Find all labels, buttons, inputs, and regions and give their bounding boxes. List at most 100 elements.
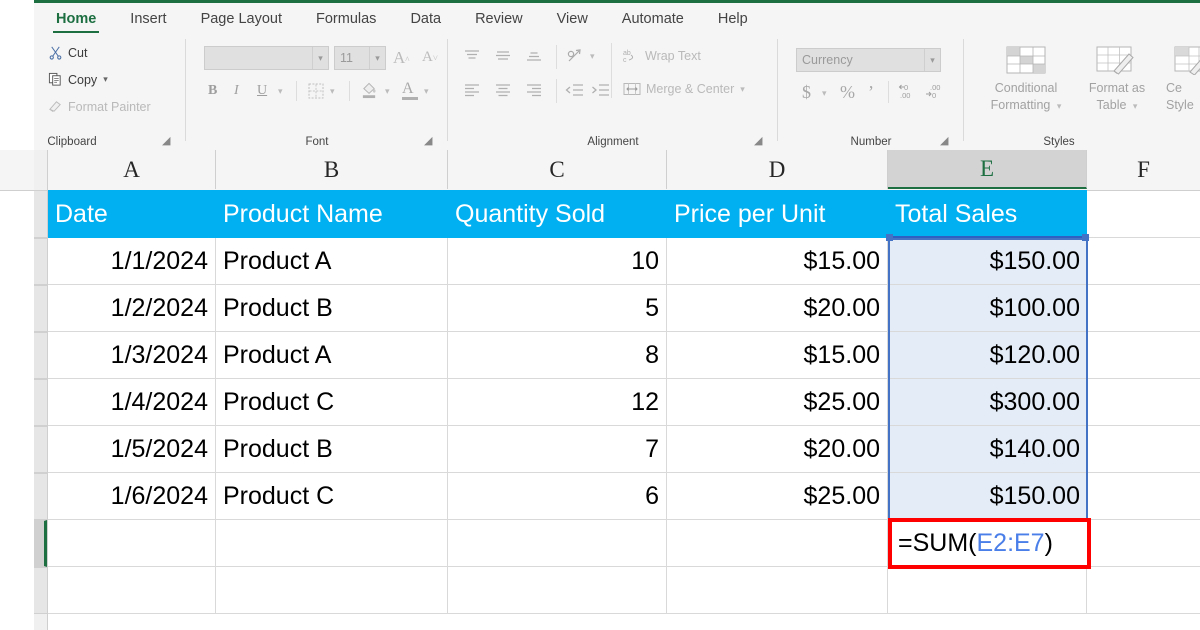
tab-help[interactable]: Help	[718, 4, 748, 34]
number-dialog-launcher-icon[interactable]: ◢	[940, 136, 951, 147]
orientation-icon[interactable]	[566, 46, 586, 71]
column-header-d[interactable]: D	[667, 150, 888, 189]
align-left-icon[interactable]	[462, 82, 482, 103]
column-header-c[interactable]: C	[448, 150, 667, 189]
font-name-combo[interactable]: ▾	[204, 46, 329, 70]
selection-handle-top-left[interactable]	[886, 234, 893, 241]
cell-f5[interactable]	[1087, 379, 1200, 426]
cell-c1[interactable]: Quantity Sold	[448, 190, 667, 238]
align-right-icon[interactable]	[524, 82, 544, 103]
tab-home[interactable]: Home	[52, 4, 100, 34]
orientation-chevron-down-icon[interactable]: ▾	[590, 51, 595, 62]
underline-button[interactable]: U	[257, 83, 267, 99]
tab-automate[interactable]: Automate	[622, 4, 684, 34]
currency-format-button[interactable]: $	[802, 82, 811, 103]
conditional-formatting-icon[interactable]	[1006, 45, 1046, 80]
currency-chevron-down-icon[interactable]: ▾	[822, 88, 827, 99]
cell-b2[interactable]: Product A	[216, 238, 448, 285]
column-header-e[interactable]: E	[888, 150, 1087, 189]
row-marker-8-active[interactable]	[34, 520, 47, 567]
worksheet-grid[interactable]: A B C D E F Date Product Name Quantity S…	[0, 150, 1200, 630]
borders-icon[interactable]	[308, 83, 324, 104]
cell-d5[interactable]: $25.00	[667, 379, 888, 426]
borders-chevron-down-icon[interactable]: ▾	[330, 86, 335, 97]
font-color-icon[interactable]: A	[402, 80, 418, 100]
font-size-chevron-down-icon[interactable]: ▾	[369, 47, 385, 69]
cell-e9[interactable]	[888, 567, 1087, 614]
cell-e2[interactable]: $150.00	[888, 238, 1087, 285]
row-marker-6[interactable]	[34, 426, 47, 473]
increase-decimal-icon[interactable]: 0 .00	[897, 83, 919, 105]
conditional-formatting-button[interactable]: Conditional Formatting ▾	[974, 80, 1078, 115]
cell-c6[interactable]: 7	[448, 426, 667, 473]
wrap-text-button[interactable]: ab c Wrap Text	[623, 48, 701, 64]
cell-d2[interactable]: $15.00	[667, 238, 888, 285]
cell-f4[interactable]	[1087, 332, 1200, 379]
cell-d3[interactable]: $20.00	[667, 285, 888, 332]
tab-review[interactable]: Review	[475, 4, 523, 34]
format-as-table-button[interactable]: Format as Table ▾	[1072, 80, 1162, 115]
cell-b1[interactable]: Product Name	[216, 190, 448, 238]
format-as-table-chevron-down-icon[interactable]: ▾	[1133, 101, 1138, 111]
cell-a4[interactable]: 1/3/2024	[48, 332, 216, 379]
underline-chevron-down-icon[interactable]: ▾	[278, 86, 283, 97]
cell-d4[interactable]: $15.00	[667, 332, 888, 379]
row-marker-2[interactable]	[34, 238, 47, 285]
clipboard-dialog-launcher-icon[interactable]: ◢	[162, 136, 173, 147]
cell-c8[interactable]	[448, 520, 667, 567]
align-top-icon[interactable]	[462, 48, 482, 69]
cell-e4[interactable]: $120.00	[888, 332, 1087, 379]
row-marker-3[interactable]	[34, 285, 47, 332]
font-size-combo[interactable]: 11 ▾	[334, 46, 386, 70]
tab-data[interactable]: Data	[410, 4, 441, 34]
number-format-chevron-down-icon[interactable]: ▾	[924, 49, 940, 71]
cell-c7[interactable]: 6	[448, 473, 667, 520]
merge-and-center-button[interactable]: Merge & Center ▾	[623, 81, 745, 97]
comma-format-button[interactable]: ’	[868, 82, 874, 103]
tab-insert[interactable]: Insert	[130, 4, 166, 34]
font-color-chevron-down-icon[interactable]: ▾	[424, 86, 429, 97]
increase-indent-icon[interactable]	[591, 83, 611, 103]
decrease-decimal-icon[interactable]: .00 0	[924, 83, 946, 105]
tab-formulas[interactable]: Formulas	[316, 4, 376, 34]
fill-color-chevron-down-icon[interactable]: ▾	[385, 86, 390, 97]
cell-b7[interactable]: Product C	[216, 473, 448, 520]
row-marker-5[interactable]	[34, 379, 47, 426]
bold-button[interactable]: B	[208, 83, 217, 99]
increase-font-size-icon[interactable]: A^	[393, 48, 410, 68]
cell-f6[interactable]	[1087, 426, 1200, 473]
cell-a3[interactable]: 1/2/2024	[48, 285, 216, 332]
alignment-dialog-launcher-icon[interactable]: ◢	[754, 136, 765, 147]
format-painter-button[interactable]: Format Painter	[48, 99, 151, 114]
tab-view[interactable]: View	[557, 4, 588, 34]
cell-a6[interactable]: 1/5/2024	[48, 426, 216, 473]
cell-a8[interactable]	[48, 520, 216, 567]
cell-a7[interactable]: 1/6/2024	[48, 473, 216, 520]
cell-b6[interactable]: Product B	[216, 426, 448, 473]
cell-c2[interactable]: 10	[448, 238, 667, 285]
align-center-icon[interactable]	[493, 82, 513, 103]
cell-f8[interactable]	[1087, 520, 1200, 567]
percent-format-button[interactable]: %	[840, 82, 855, 103]
cell-e7[interactable]: $150.00	[888, 473, 1087, 520]
cell-a5[interactable]: 1/4/2024	[48, 379, 216, 426]
cell-d9[interactable]	[667, 567, 888, 614]
font-name-chevron-down-icon[interactable]: ▾	[312, 47, 328, 69]
cell-c9[interactable]	[448, 567, 667, 614]
cell-c4[interactable]: 8	[448, 332, 667, 379]
cell-d7[interactable]: $25.00	[667, 473, 888, 520]
cell-b4[interactable]: Product A	[216, 332, 448, 379]
cell-e6[interactable]: $140.00	[888, 426, 1087, 473]
row-marker-9[interactable]	[34, 567, 47, 614]
cell-styles-icon[interactable]	[1174, 45, 1200, 80]
selection-handle-top-right[interactable]	[1082, 234, 1089, 241]
cell-d1[interactable]: Price per Unit	[667, 190, 888, 238]
column-header-a[interactable]: A	[48, 150, 216, 189]
row-marker-7[interactable]	[34, 473, 47, 520]
cell-c3[interactable]: 5	[448, 285, 667, 332]
cut-button[interactable]: Cut	[48, 45, 87, 60]
merge-chevron-down-icon[interactable]: ▾	[740, 84, 745, 95]
row-marker-1[interactable]	[34, 190, 47, 238]
cell-f9[interactable]	[1087, 567, 1200, 614]
cell-f1[interactable]	[1087, 190, 1200, 238]
